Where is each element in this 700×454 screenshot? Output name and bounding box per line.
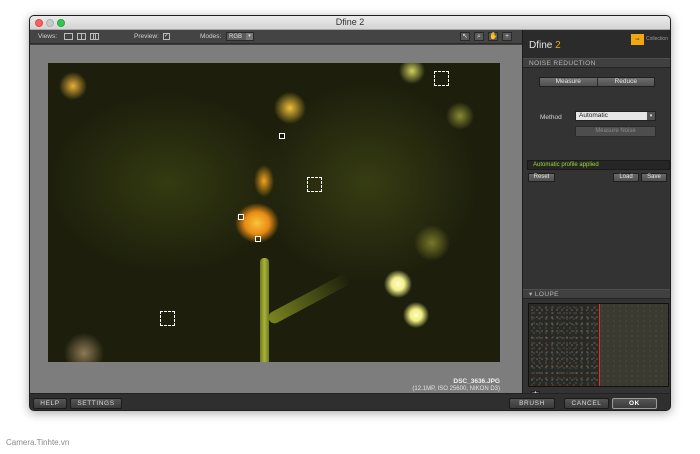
side-by-side-view-icon[interactable] xyxy=(90,33,99,40)
mode-segmented-control: Measure Reduce xyxy=(539,77,655,87)
loupe-header[interactable]: ▾ LOUPE xyxy=(523,289,670,299)
file-name: DSC_3636.JPG xyxy=(453,378,500,385)
add-point-tool-icon[interactable]: + xyxy=(502,32,512,41)
control-point[interactable] xyxy=(279,133,285,139)
photo-preview[interactable] xyxy=(48,63,500,362)
app-window: Dfine 2 Views: Preview: ✓ Modes: RGB ▾ ↖… xyxy=(29,15,671,411)
help-button[interactable]: HELP xyxy=(33,398,67,409)
watermark-text: Camera.Tinhte.vn xyxy=(6,438,70,447)
measure-point[interactable] xyxy=(434,71,449,86)
loupe-divider[interactable] xyxy=(599,304,600,386)
noise-reduction-header[interactable]: NOISE REDUCTION xyxy=(523,58,670,68)
cancel-button[interactable]: CANCEL xyxy=(564,398,609,409)
modes-label: Modes: xyxy=(200,33,222,40)
views-label: Views: xyxy=(38,33,58,40)
brush-button[interactable]: BRUSH xyxy=(509,398,555,409)
control-point[interactable] xyxy=(238,214,244,220)
zoom-tool-icon[interactable]: ⌕ xyxy=(474,32,484,41)
panel-header: Dfine 2 nik Collection xyxy=(523,30,670,58)
measure-point[interactable] xyxy=(307,177,322,192)
nik-logo-icon: nik xyxy=(631,34,644,45)
mode-value: RGB xyxy=(229,34,243,40)
hand-tool-icon[interactable]: ✋ xyxy=(488,32,498,41)
app-name-text: Dfine xyxy=(529,40,553,51)
loupe-title: LOUPE xyxy=(534,291,559,298)
reduce-tab[interactable]: Reduce xyxy=(596,78,654,86)
app-name: Dfine 2 xyxy=(529,40,561,51)
loupe-view[interactable] xyxy=(528,303,669,387)
loupe-before xyxy=(529,304,599,386)
chevron-down-icon: ▾ xyxy=(246,33,253,40)
control-point[interactable] xyxy=(255,236,261,242)
pointer-tool-icon[interactable]: ↖ xyxy=(460,32,470,41)
image-canvas: DSC_3636.JPG (12.1MP, ISO 25600, NIKON D… xyxy=(30,45,522,393)
method-value: Automatic xyxy=(579,112,608,119)
toolbar: Views: Preview: ✓ Modes: RGB ▾ ↖ ⌕ ✋ + xyxy=(30,30,522,44)
window-title: Dfine 2 xyxy=(335,17,365,27)
method-select[interactable]: Automatic ▾ xyxy=(575,111,656,121)
single-view-icon[interactable] xyxy=(64,33,73,40)
flower-leaf xyxy=(266,272,352,326)
measure-point[interactable] xyxy=(160,311,175,326)
bottom-bar: HELP SETTINGS BRUSH CANCEL OK xyxy=(30,393,670,410)
title-bar: Dfine 2 xyxy=(30,16,670,30)
method-label: Method xyxy=(540,114,562,121)
file-info: (12.1MP, ISO 25600, NIKON D3) xyxy=(412,386,500,392)
chevron-down-icon: ▾ xyxy=(647,112,655,120)
ok-button[interactable]: OK xyxy=(612,398,657,409)
preview-label: Preview: xyxy=(134,33,159,40)
mode-select[interactable]: RGB ▾ xyxy=(226,32,254,41)
save-button[interactable]: Save xyxy=(641,173,667,182)
app-version: 2 xyxy=(555,40,561,51)
status-message: Automatic profile applied xyxy=(527,160,670,170)
settings-button[interactable]: SETTINGS xyxy=(70,398,122,409)
control-panel: Dfine 2 nik Collection NOISE REDUCTION M… xyxy=(522,30,670,398)
measure-tab[interactable]: Measure xyxy=(540,78,597,86)
logo-text: Collection xyxy=(646,36,668,42)
reset-button[interactable]: Reset xyxy=(528,173,555,182)
preview-checkbox[interactable]: ✓ xyxy=(163,33,170,40)
flower-stem xyxy=(260,258,269,362)
measure-noise-button[interactable]: Measure Noise xyxy=(575,126,656,137)
split-view-icon[interactable] xyxy=(77,33,86,40)
load-button[interactable]: Load xyxy=(613,173,639,182)
loupe-after xyxy=(600,304,668,386)
